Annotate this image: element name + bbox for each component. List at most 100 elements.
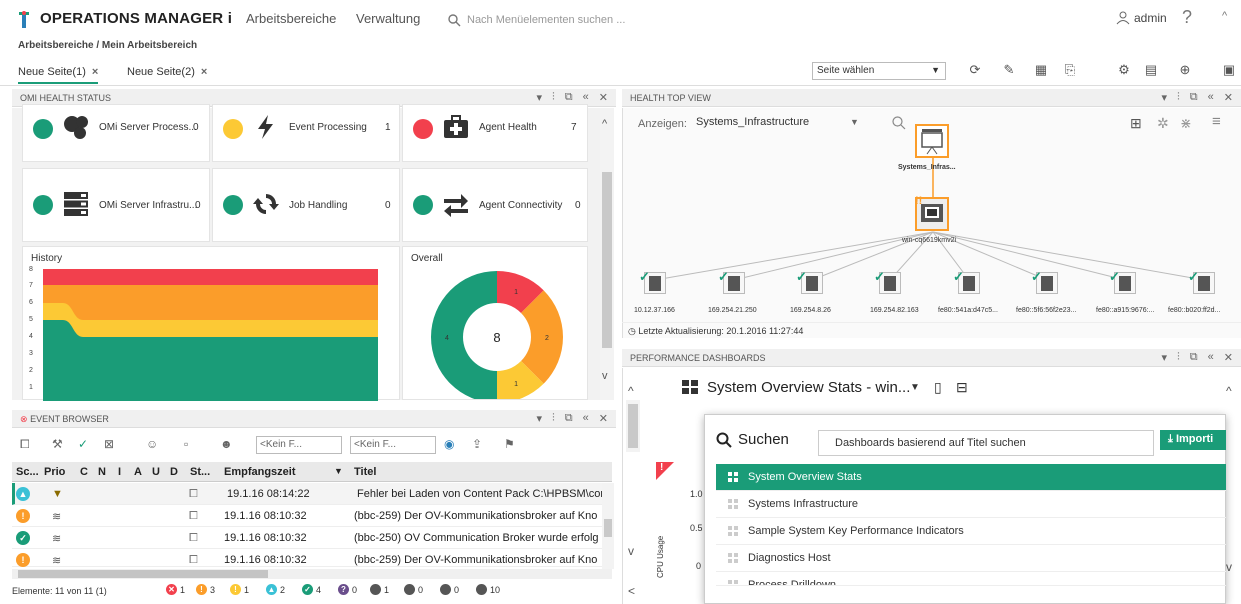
donut-slice-normal[interactable] xyxy=(431,271,497,399)
topology-node[interactable]: ✓ xyxy=(1109,269,1136,294)
status-count-item[interactable]: ✓ 4 xyxy=(302,584,321,595)
status-count-item[interactable]: ! 3 xyxy=(196,584,215,595)
marker-icon[interactable]: ▫ xyxy=(184,437,188,451)
close-icon[interactable]: ✕ xyxy=(599,91,608,104)
col-a[interactable]: A xyxy=(134,466,142,478)
event-table-hscrollbar[interactable] xyxy=(12,569,612,579)
sort-desc-icon[interactable]: ▼ xyxy=(334,466,343,476)
popout-icon[interactable]: ⧉ xyxy=(565,412,573,425)
tile-agent-health[interactable]: Agent Health 7 xyxy=(402,104,588,162)
status-count-item[interactable]: ▲ 2 xyxy=(266,584,285,595)
filter-icon[interactable]: ⫶ xyxy=(1177,351,1180,364)
scrollbar-thumb[interactable] xyxy=(604,519,612,537)
flag-icon[interactable]: ⚑ xyxy=(504,437,515,451)
topology-node[interactable]: ✓ xyxy=(1188,269,1215,294)
dashboard-search-input[interactable]: Dashboards basierend auf Titel suchen xyxy=(818,430,1154,456)
collapse-left-icon[interactable]: « xyxy=(1208,351,1214,364)
new-document-icon[interactable]: ▯ xyxy=(934,379,942,396)
col-state[interactable]: St... xyxy=(190,466,210,478)
col-title[interactable]: Titel xyxy=(354,466,376,478)
topology-node[interactable]: ✓ xyxy=(796,269,823,294)
close-icon[interactable]: ✕ xyxy=(599,412,608,425)
scroll-up-icon[interactable]: ^ xyxy=(602,118,607,130)
collapse-left-icon[interactable]: « xyxy=(583,91,589,104)
topology-node[interactable]: ✓ xyxy=(1031,269,1058,294)
nav-verwaltung[interactable]: Verwaltung xyxy=(356,11,420,26)
chevron-down-icon[interactable]: ▼ xyxy=(910,382,920,393)
scrollbar-thumb[interactable] xyxy=(18,570,268,578)
export-icon[interactable]: ⇪ xyxy=(472,437,482,451)
close-icon[interactable]: ✕ xyxy=(1224,351,1233,364)
status-count-item[interactable]: 1 xyxy=(370,584,389,595)
dashboard-list-item[interactable]: System Overview Stats xyxy=(716,464,1226,491)
close-event-icon[interactable]: ⊠ xyxy=(104,437,114,451)
collapse-left-icon[interactable]: « xyxy=(583,412,589,425)
filter-icon[interactable]: ⫶ xyxy=(1177,91,1180,104)
host-node[interactable]: !! xyxy=(915,195,949,231)
tools-icon[interactable]: ⚒ xyxy=(52,437,63,451)
scroll-up-icon[interactable]: ^ xyxy=(1226,384,1232,398)
target-icon[interactable]: ⊕ xyxy=(1177,62,1193,78)
status-count-item[interactable]: 0 xyxy=(404,584,423,595)
event-action-icon[interactable]: ⧠ xyxy=(20,437,30,452)
col-d[interactable]: D xyxy=(170,466,178,478)
topology-node[interactable]: ✓ xyxy=(874,269,901,294)
collapse-left-icon[interactable]: « xyxy=(1208,91,1214,104)
event-table-vscrollbar[interactable] xyxy=(602,483,614,569)
nav-arbeitsbereiche[interactable]: Arbeitsbereiche xyxy=(246,11,336,26)
save-icon[interactable]: ⊟ xyxy=(956,379,968,396)
close-icon[interactable]: × xyxy=(92,66,98,78)
scroll-left-icon[interactable]: < xyxy=(628,584,635,598)
col-n[interactable]: N xyxy=(98,466,106,478)
popout-icon[interactable]: ⧉ xyxy=(1190,351,1198,364)
dashboard-list-item[interactable]: Process Drilldown xyxy=(716,572,1226,586)
topology-node[interactable]: ✓ xyxy=(953,269,980,294)
event-row[interactable]: ! ≋ ⧠ 19.1.16 08:10:32 (bbc-259) Der OV-… xyxy=(12,505,612,527)
event-row[interactable]: ✓ ≋ ⧠ 19.1.16 08:10:32 (bbc-250) OV Comm… xyxy=(12,527,612,549)
close-icon[interactable]: × xyxy=(201,66,207,78)
status-count-item[interactable]: ! 1 xyxy=(230,584,249,595)
dashboard-list-item[interactable]: Systems Infrastructure xyxy=(716,491,1226,518)
panel-menu-icon[interactable]: ▾ xyxy=(1162,91,1168,104)
user-menu[interactable]: admin xyxy=(1116,11,1167,25)
help-icon[interactable]: ? xyxy=(1182,7,1192,28)
event-row[interactable]: ! ≋ ⧠ 19.1.16 08:10:32 (bbc-259) Der OV-… xyxy=(12,549,612,567)
col-i[interactable]: I xyxy=(118,466,121,478)
event-row[interactable]: ▲ ▼ ⧠ 19.1.16 08:14:22 Fehler bei Laden … xyxy=(12,483,612,505)
tile-agent-connectivity[interactable]: Agent Connectivity 0 xyxy=(402,168,588,242)
page-select[interactable]: Seite wählen ▼ xyxy=(812,62,946,80)
help-circle-icon[interactable]: ◉ xyxy=(444,437,454,451)
status-count-item[interactable]: 10 xyxy=(476,584,500,595)
scrollbar-thumb[interactable] xyxy=(628,404,638,448)
popout-icon[interactable]: ⧉ xyxy=(1190,91,1198,104)
tab-neue-seite-1[interactable]: Neue Seite(1) × xyxy=(18,66,99,84)
tile-omi-server-process[interactable]: OMi Server Process... 0 xyxy=(22,104,210,162)
tile-omi-server-infrastructure[interactable]: OMi Server Infrastru... 0 xyxy=(22,168,210,242)
scrollbar-thumb[interactable] xyxy=(602,172,612,348)
perf-left-scrollbar[interactable] xyxy=(626,400,640,452)
scroll-down-icon[interactable]: v xyxy=(628,544,634,558)
dashboard-list-item[interactable]: Sample System Key Performance Indicators xyxy=(716,518,1226,545)
root-node[interactable] xyxy=(915,124,949,158)
user-group-icon[interactable]: ☻ xyxy=(220,437,233,451)
panel-menu-icon[interactable]: ▾ xyxy=(1162,351,1168,364)
menu-search[interactable]: Nach Menüelementen suchen ... xyxy=(448,10,628,30)
layout-grid-icon[interactable]: ▦ xyxy=(1033,62,1049,78)
health-status-scrollbar[interactable]: ^ v xyxy=(600,108,614,400)
col-prio[interactable]: Prio xyxy=(44,466,65,478)
status-count-item[interactable]: ✕ 1 xyxy=(166,584,185,595)
col-c[interactable]: C xyxy=(80,466,88,478)
accept-icon[interactable]: ✓ xyxy=(78,437,88,451)
col-u[interactable]: U xyxy=(152,466,160,478)
col-receive-time[interactable]: Empfangszeit xyxy=(224,466,296,478)
tab-neue-seite-2[interactable]: Neue Seite(2) × xyxy=(127,66,207,78)
new-page-icon[interactable]: ⎘ xyxy=(1062,62,1078,78)
tile-event-processing[interactable]: Event Processing 1 xyxy=(212,104,400,162)
filter-icon[interactable]: ⫶ xyxy=(552,91,555,104)
col-severity[interactable]: Sc... xyxy=(16,466,39,478)
topology-node[interactable]: ✓ xyxy=(639,269,666,294)
assign-user-icon[interactable]: ☺ xyxy=(146,437,158,451)
close-icon[interactable]: ✕ xyxy=(1224,91,1233,104)
scroll-down-icon[interactable]: v xyxy=(602,370,608,382)
settings-icon[interactable]: ⚙ xyxy=(1116,62,1132,78)
